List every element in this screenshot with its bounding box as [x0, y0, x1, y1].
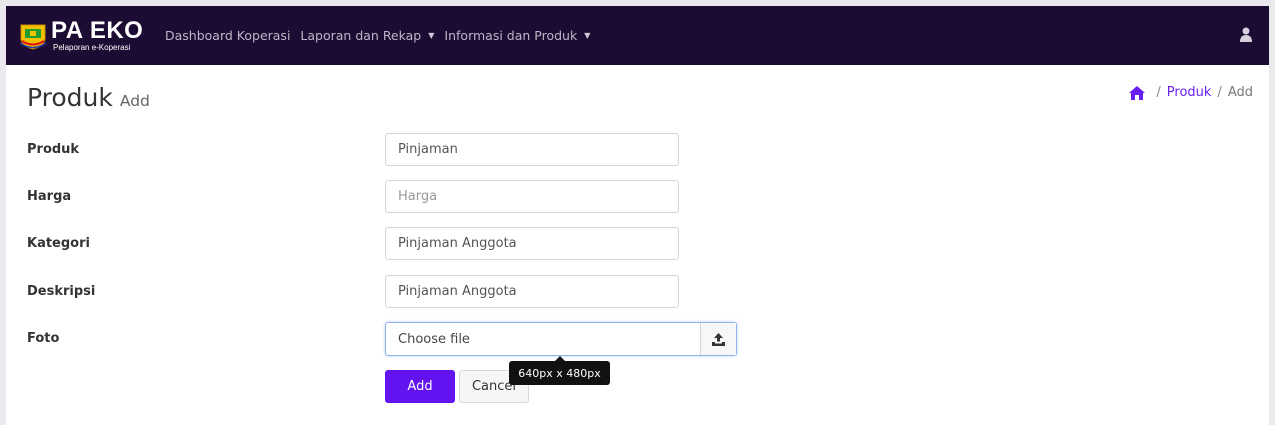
foto-file-input[interactable]: Choose file — [385, 322, 737, 356]
breadcrumb-produk-link[interactable]: Produk — [1167, 85, 1212, 100]
harga-label: Harga — [27, 189, 72, 204]
home-icon[interactable] — [1129, 85, 1146, 100]
page-title-main: Produk — [27, 83, 113, 112]
breadcrumb: / Produk / Add — [1129, 85, 1253, 100]
user-icon[interactable] — [1239, 27, 1253, 43]
nav-laporan-label: Laporan dan Rekap — [300, 28, 422, 43]
add-button[interactable]: Add — [385, 370, 455, 403]
brand-subtitle: Pelaporan e-Koperasi — [53, 42, 131, 52]
brand[interactable]: PA EKO Pelaporan e-Koperasi — [18, 16, 153, 56]
file-input-text[interactable]: Choose file — [386, 323, 700, 355]
deskripsi-label: Deskripsi — [27, 284, 96, 299]
chevron-down-icon: ▼ — [584, 31, 591, 40]
logo-icon — [19, 24, 47, 50]
produk-label: Produk — [27, 142, 80, 157]
page-title-sub: Add — [119, 92, 150, 110]
breadcrumb-separator: / — [1217, 85, 1222, 100]
breadcrumb-separator: / — [1156, 85, 1161, 100]
page-title: Produk Add — [27, 83, 150, 112]
upload-icon — [712, 332, 725, 346]
nav-informasi-dan-produk[interactable]: Informasi dan Produk ▼ — [444, 28, 590, 43]
breadcrumb-current: Add — [1227, 85, 1253, 100]
nav-laporan-dan-rekap[interactable]: Laporan dan Rekap ▼ — [300, 28, 434, 43]
nav-informasi-label: Informasi dan Produk — [444, 28, 578, 43]
upload-button[interactable] — [700, 323, 736, 355]
app-frame: PA EKO Pelaporan e-Koperasi Dashboard Ko… — [6, 6, 1269, 425]
chevron-down-icon: ▼ — [428, 31, 435, 40]
produk-field[interactable] — [385, 133, 679, 166]
nav-dashboard-koperasi[interactable]: Dashboard Koperasi — [165, 28, 290, 43]
main-nav: Dashboard Koperasi Laporan dan Rekap ▼ I… — [165, 28, 600, 43]
navbar: PA EKO Pelaporan e-Koperasi Dashboard Ko… — [6, 6, 1269, 65]
foto-size-tooltip: 640px x 480px — [509, 361, 610, 385]
kategori-label: Kategori — [27, 236, 90, 251]
nav-dashboard-label: Dashboard Koperasi — [165, 28, 291, 43]
foto-label: Foto — [27, 331, 60, 346]
harga-field[interactable] — [385, 180, 679, 213]
deskripsi-field[interactable] — [385, 275, 679, 308]
brand-title: PA EKO — [51, 16, 144, 44]
kategori-field[interactable] — [385, 227, 679, 260]
